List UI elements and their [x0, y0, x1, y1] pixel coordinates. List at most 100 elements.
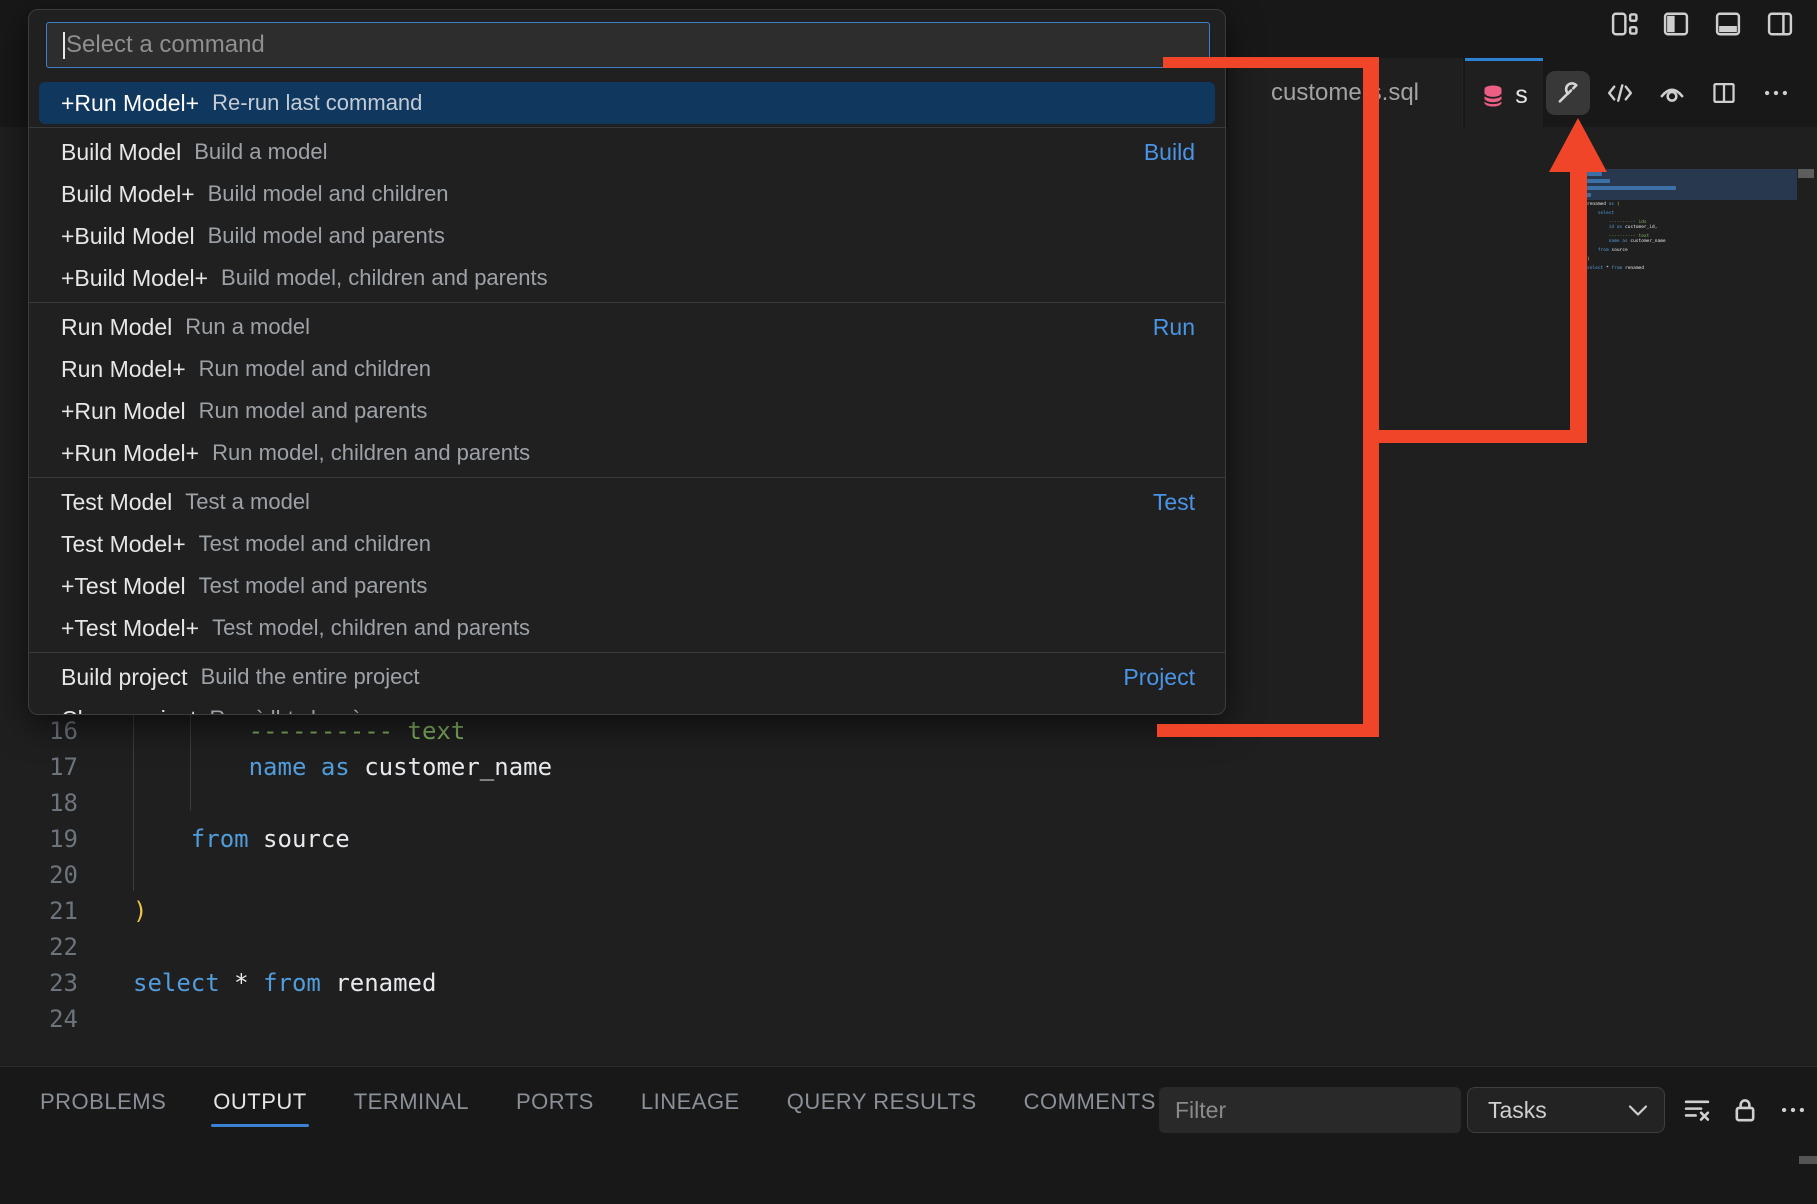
more-actions-icon[interactable] [1754, 71, 1798, 115]
command-item[interactable]: +Test ModelTest model and parents [39, 565, 1215, 607]
panel-tab-lineage[interactable]: LINEAGE [641, 1079, 740, 1125]
command-item-label: +Build Model+ [61, 265, 208, 292]
command-item-label: Build Model+ [61, 181, 195, 208]
minimap-selection-bar [1587, 179, 1610, 183]
annotation-arrow-segment [1157, 724, 1379, 737]
split-editor-icon[interactable] [1702, 71, 1746, 115]
code-token: source [263, 825, 350, 853]
vscode-window: customers.sql s [0, 0, 1817, 1204]
toggle-panel-icon[interactable] [1713, 8, 1743, 40]
panel-tab-output[interactable]: OUTPUT [213, 1079, 306, 1125]
code-line[interactable]: 22 [0, 929, 1200, 965]
code-text: name as customer_name [133, 749, 552, 785]
wrench-icon[interactable] [1546, 71, 1590, 115]
tab-customers-sql[interactable]: customers.sql [1228, 58, 1463, 127]
command-item[interactable]: +Run Model+Re-run last command [39, 82, 1215, 124]
editor-scrollbar-thumb[interactable] [1798, 169, 1814, 178]
tab-label: customers.sql [1271, 79, 1419, 107]
code-token: customer_id, [1625, 225, 1658, 230]
code-line[interactable]: 20 [0, 857, 1200, 893]
code-token [306, 753, 320, 781]
command-item-label: +Run Model [61, 398, 186, 425]
command-item[interactable]: Build projectBuild the entire projectPro… [39, 656, 1215, 698]
minimap-code: renamed as ( select ---------- ids id as… [1583, 203, 1797, 272]
code-line[interactable]: 17 name as customer_name [0, 749, 1200, 785]
customize-layout-icon[interactable] [1609, 8, 1639, 40]
panel-tab-terminal[interactable]: TERMINAL [354, 1079, 469, 1125]
clear-output-icon[interactable] [1680, 1093, 1714, 1127]
toggle-primary-sidebar-icon[interactable] [1661, 8, 1691, 40]
command-item[interactable]: Clean projectRun `dbt clean` [39, 698, 1215, 715]
code-token [1587, 225, 1609, 230]
code-line[interactable]: 18 [0, 785, 1200, 821]
list-separator [29, 302, 1225, 303]
code-token: renamed [1625, 266, 1644, 271]
command-palette: +Run Model+Re-run last command Build Mode… [28, 9, 1226, 715]
command-input-wrap [46, 22, 1210, 68]
code-token: ---------- text [249, 717, 466, 745]
command-item-description: Test model, children and parents [212, 615, 1195, 641]
code-line[interactable]: 21) [0, 893, 1200, 929]
toggle-secondary-sidebar-icon[interactable] [1765, 8, 1795, 40]
filter-input[interactable] [1159, 1087, 1461, 1133]
command-item[interactable]: +Build ModelBuild model and parents [39, 215, 1215, 257]
command-item-description: Build model and parents [208, 223, 1195, 249]
command-item[interactable]: Test Model+Test model and children [39, 523, 1215, 565]
command-item[interactable]: Build ModelBuild a modelBuild [39, 131, 1215, 173]
more-actions-icon[interactable] [1776, 1093, 1810, 1127]
command-item-label: Test Model [61, 489, 172, 516]
code-line[interactable]: 24 [0, 1001, 1200, 1037]
code-line[interactable]: 16 ---------- text [0, 713, 1200, 749]
command-item[interactable]: +Run Model+Run model, children and paren… [39, 432, 1215, 474]
code-token: * [234, 969, 248, 997]
preview-eye-icon[interactable] [1650, 71, 1694, 115]
panel-tab-problems[interactable]: PROBLEMS [40, 1079, 166, 1125]
annotation-arrow-segment [1363, 57, 1379, 737]
command-item[interactable]: +Test Model+Test model, children and par… [39, 607, 1215, 649]
code-text: ---------- text [133, 713, 465, 749]
lock-scroll-icon[interactable] [1728, 1093, 1762, 1127]
tasks-dropdown[interactable]: Tasks [1467, 1087, 1665, 1133]
editor-actions [1546, 58, 1817, 127]
minimap-viewport[interactable] [1583, 169, 1797, 200]
code-icon[interactable] [1598, 71, 1642, 115]
layout-controls [1609, 8, 1795, 40]
tab-label: s [1515, 81, 1528, 110]
code-token [1587, 239, 1609, 244]
code-editor[interactable]: 16 ---------- text17 name as customer_na… [0, 713, 1200, 1037]
command-input[interactable] [47, 23, 1209, 67]
command-item-label: Test Model+ [61, 531, 186, 558]
command-item[interactable]: Test Model Test a model Test [39, 481, 1215, 523]
panel-scrollbar-thumb[interactable] [1799, 1156, 1817, 1164]
panel-tab-query-results[interactable]: QUERY RESULTS [787, 1079, 977, 1125]
command-group-badge: Test [1153, 489, 1195, 516]
tab-active-model[interactable]: s [1465, 58, 1543, 130]
command-item-description: Build the entire project [201, 664, 1112, 690]
command-item-label: Build project [61, 664, 188, 691]
command-item[interactable]: +Run ModelRun model and parents [39, 390, 1215, 432]
command-item[interactable]: Run ModelRun a modelRun [39, 306, 1215, 348]
panel-tab-ports[interactable]: PORTS [516, 1079, 594, 1125]
code-token: select [133, 969, 220, 997]
panel-tab-comments[interactable]: COMMENTS [1024, 1079, 1156, 1125]
annotation-arrow-segment [1570, 168, 1587, 443]
command-item[interactable]: Run Model+Run model and children [39, 348, 1215, 390]
command-item-description: Test a model [185, 489, 1141, 515]
code-token [350, 753, 364, 781]
code-line[interactable]: 23select * from renamed [0, 965, 1200, 1001]
code-token: select [1587, 266, 1603, 271]
bottom-panel: PROBLEMS OUTPUT TERMINAL PORTS LINEAGE QUERY … [0, 1066, 1817, 1204]
command-item[interactable]: +Build Model+Build model, children and p… [39, 257, 1215, 299]
command-item-label: Build Model [61, 139, 181, 166]
command-item-description: Build model and children [208, 181, 1195, 207]
code-token: from [191, 825, 249, 853]
chevron-down-icon [1628, 1104, 1648, 1117]
minimap-selection-bar [1587, 193, 1591, 197]
command-item-description: Run model and children [199, 356, 1195, 382]
command-item-label: +Run Model+ [61, 90, 199, 117]
code-token [321, 969, 335, 997]
minimap[interactable]: renamed as ( select ---------- ids id as… [1583, 169, 1797, 272]
code-line[interactable]: 19 from source [0, 821, 1200, 857]
code-token [1587, 211, 1598, 216]
command-item[interactable]: Build Model+ Build model and children [39, 173, 1215, 215]
